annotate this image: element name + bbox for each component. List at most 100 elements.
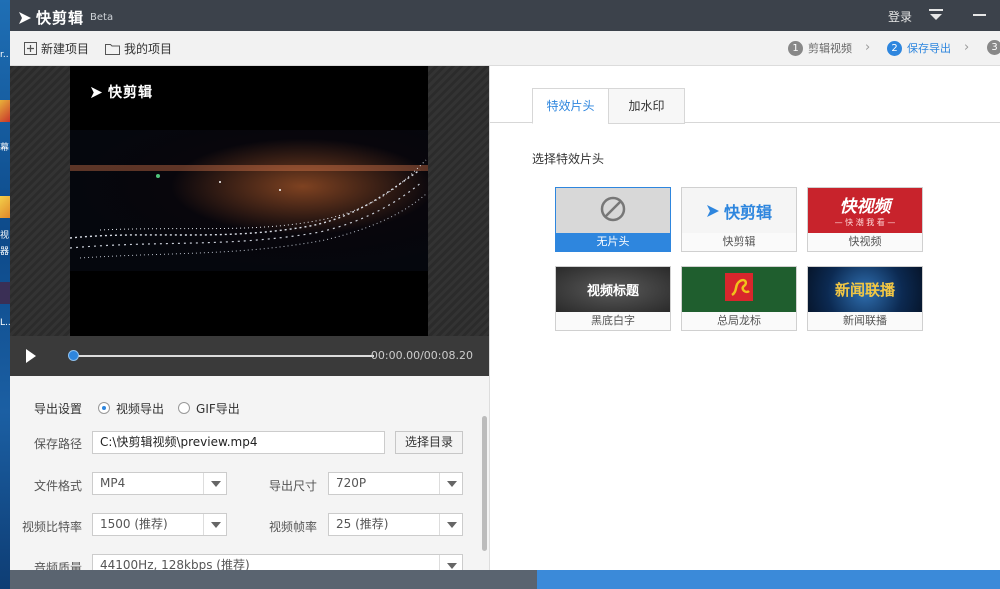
radio-selected-icon — [98, 402, 110, 414]
chevron-down-icon — [439, 473, 462, 494]
card-caption: 快视频 — [808, 233, 922, 251]
title-bar: 快剪辑 Beta 登录 — [10, 0, 1000, 31]
intro-card-none[interactable]: 无片头 — [555, 187, 671, 252]
video-export-radio[interactable]: 视频导出 — [98, 400, 164, 417]
card-caption: 无片头 — [556, 233, 670, 251]
desktop-label: 幕 — [0, 143, 10, 153]
card-caption: 快剪辑 — [682, 233, 796, 251]
radio-empty-icon — [178, 402, 191, 414]
card-thumbnail: 快剪辑 — [682, 188, 796, 233]
card-thumb-text: 快视频 — [839, 197, 891, 217]
card-thumbnail: 快视频 — 快 潮 我 看 — — [808, 188, 922, 233]
desktop-label: 器 — [0, 247, 10, 257]
play-icon[interactable] — [24, 348, 38, 364]
step-label: 保存导出 — [907, 42, 951, 55]
gif-export-radio[interactable]: GIF导出 — [178, 400, 240, 417]
chevron-down-icon — [203, 514, 226, 535]
step-3[interactable]: 3 — [987, 40, 1000, 55]
audio-quality-value: 44100Hz, 128kbps (推荐) — [100, 558, 250, 570]
audio-quality-label: 音频质量 — [34, 561, 83, 570]
chevron-right-icon: › — [865, 40, 871, 55]
taskbar-highlight — [537, 570, 1000, 589]
intro-card-black-white[interactable]: 视频标题 黑底白字 — [555, 266, 671, 331]
card-thumb-text: 视频标题 — [586, 284, 639, 299]
export-settings-label: 导出设置 — [34, 402, 83, 416]
card-thumb-title: 快剪辑 — [682, 188, 796, 233]
choose-directory-button[interactable]: 选择目录 — [395, 431, 463, 454]
desktop-app-icon[interactable] — [0, 100, 10, 122]
scrollbar[interactable] — [482, 416, 487, 551]
video-scene — [70, 130, 428, 271]
desktop-label: 视 — [0, 231, 10, 241]
card-caption: 新闻联播 — [808, 312, 922, 330]
audio-quality-select[interactable]: 44100Hz, 128kbps (推荐) — [92, 554, 463, 570]
framerate-value: 25 (推荐) — [336, 517, 389, 531]
card-caption: 总局龙标 — [682, 312, 796, 330]
step-edit-video[interactable]: 1 剪辑视频 — [788, 40, 852, 56]
card-thumbnail — [682, 267, 796, 312]
minimize-icon[interactable] — [973, 14, 986, 16]
my-projects-button[interactable]: 我的项目 — [105, 40, 172, 57]
file-format-value: MP4 — [100, 476, 126, 490]
login-link[interactable]: 登录 — [888, 8, 912, 25]
intro-card-kuaijianji[interactable]: 快剪辑 快剪辑 — [681, 187, 797, 252]
section-title: 选择特效片头 — [532, 152, 605, 166]
video-export-label: 视频导出 — [116, 401, 165, 416]
card-thumb-text: 快剪辑 — [723, 202, 772, 222]
intro-card-kuaishipin[interactable]: 快视频 — 快 潮 我 看 — 快视频 — [807, 187, 923, 252]
desktop-app-icon[interactable] — [0, 196, 10, 218]
export-size-value: 720P — [336, 476, 367, 490]
toolbar: 新建项目 我的项目 1 剪辑视频 › 2 保存导出 › 3 — [10, 31, 1000, 66]
bitrate-select[interactable]: 1500 (推荐) — [92, 513, 227, 536]
beta-badge: Beta — [90, 12, 114, 23]
framerate-label: 视频帧率 — [269, 520, 318, 534]
bitrate-value: 1500 (推荐) — [100, 517, 168, 531]
step-number: 2 — [887, 40, 902, 56]
app-logo: 快剪辑 Beta — [18, 7, 113, 28]
playback-bar: 00:00.00/00:08.20 — [10, 336, 489, 376]
file-format-select[interactable]: MP4 — [92, 472, 227, 495]
export-settings-panel: 导出设置 视频导出 GIF导出 保存路径 C:\快剪辑视频\preview.mp… — [10, 376, 489, 570]
tab-intro-effects[interactable]: 特效片头 — [532, 88, 609, 124]
play-logo-icon — [90, 86, 103, 98]
taskbar — [10, 570, 1000, 589]
card-caption: 黑底白字 — [556, 312, 670, 330]
card-thumbnail: 新闻联播 — [808, 267, 922, 312]
framerate-select[interactable]: 25 (推荐) — [328, 513, 463, 536]
intro-card-news[interactable]: 新闻联播 新闻联播 — [807, 266, 923, 331]
new-project-button[interactable]: 新建项目 — [24, 40, 89, 57]
save-path-input[interactable]: C:\快剪辑视频\preview.mp4 — [92, 431, 385, 454]
export-size-select[interactable]: 720P — [328, 472, 463, 495]
intro-card-dragon-logo[interactable]: 总局龙标 — [681, 266, 797, 331]
folder-icon — [105, 43, 120, 55]
card-thumbnail — [556, 188, 670, 233]
tab-bar: 特效片头 加水印 — [490, 66, 1000, 124]
file-format-label: 文件格式 — [34, 479, 83, 493]
progress-handle[interactable] — [68, 350, 79, 361]
app-name: 快剪辑 — [36, 9, 85, 27]
card-thumb-subtext: — 快 潮 我 看 — — [834, 218, 896, 227]
gif-export-label: GIF导出 — [196, 401, 240, 416]
time-readout: 00:00.00/00:08.20 — [370, 349, 473, 362]
menu-dropdown-icon[interactable] — [929, 9, 943, 21]
app-window: r.. 幕 视 器 L... 快剪辑 Beta 登录 新 — [0, 0, 1000, 589]
desktop-label: L... — [0, 318, 10, 328]
step-save-export[interactable]: 2 保存导出 — [887, 40, 951, 56]
no-entry-icon — [600, 196, 626, 222]
desktop-background: r.. 幕 视 器 L... — [0, 0, 10, 589]
export-mode-group: 视频导出 GIF导出 — [98, 396, 254, 420]
progress-track[interactable] — [74, 355, 374, 357]
card-thumb-text: 新闻联播 — [834, 281, 895, 299]
bitrate-label: 视频比特率 — [22, 520, 83, 534]
new-project-label: 新建项目 — [41, 42, 90, 56]
chevron-down-icon — [439, 514, 462, 535]
play-logo-icon — [706, 204, 719, 217]
desktop-app-icon[interactable] — [0, 282, 10, 304]
chevron-down-icon — [203, 473, 226, 494]
step-number: 3 — [987, 40, 1000, 55]
video-frame[interactable]: 快剪辑 — [70, 66, 428, 336]
chevron-down-icon — [439, 555, 462, 570]
video-preview-area: 快剪辑 — [10, 66, 489, 336]
particle-stream-graphic — [70, 159, 428, 259]
tab-watermark[interactable]: 加水印 — [608, 88, 685, 124]
